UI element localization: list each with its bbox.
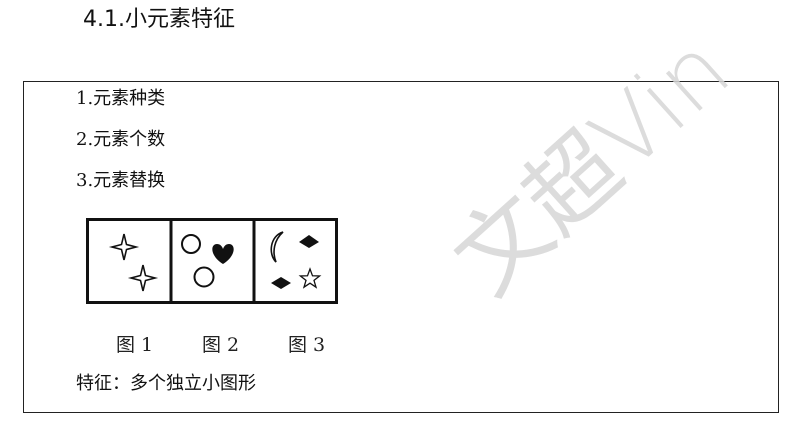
feature-text: 特征：多个独立小图形 (76, 373, 256, 394)
figure-frame (86, 218, 338, 304)
four-point-star-icon (127, 264, 159, 292)
figure-1 (108, 233, 159, 292)
heart-icon (212, 244, 234, 264)
circle-icon (193, 266, 215, 288)
figure-2 (181, 234, 234, 288)
four-point-star-icon (108, 233, 140, 261)
figure-1-caption: 图 1 (116, 334, 154, 356)
list-item-element-count: 2.元素个数 (76, 129, 166, 150)
list-item-element-replace: 3.元素替换 (76, 170, 166, 191)
outline-star-icon (298, 267, 322, 289)
figure-2-caption: 图 2 (202, 334, 240, 356)
list-item-element-type: 1.元素种类 (76, 88, 166, 109)
circle-icon (181, 234, 201, 254)
figure-3-caption: 图 3 (288, 334, 326, 356)
section-heading: 4.1.小元素特征 (83, 7, 235, 32)
crescent-moon-icon (270, 231, 284, 263)
figure-strip (86, 218, 338, 304)
diamond-icon (271, 277, 291, 289)
figure-3 (270, 231, 322, 289)
content-box: 1.元素种类 2.元素个数 3.元素替换 图 1 图 2 图 3 特征：多个独立… (23, 81, 779, 413)
diamond-icon (299, 235, 319, 248)
